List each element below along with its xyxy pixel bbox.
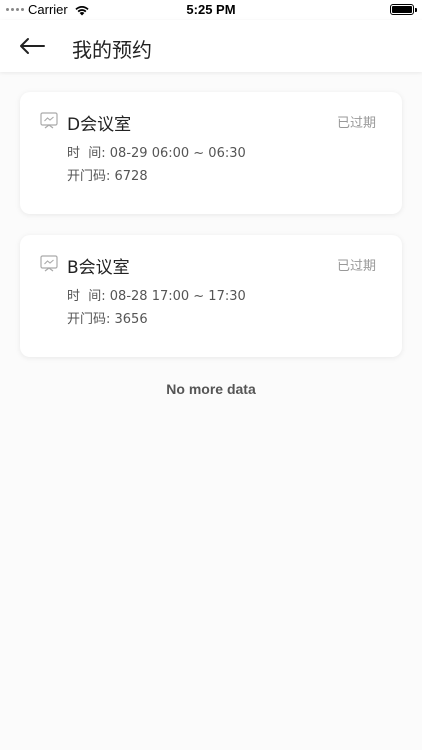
code-value: 6728 [114, 169, 148, 184]
back-button[interactable] [14, 32, 50, 60]
code-value: 3656 [114, 312, 148, 327]
status-bar: Carrier 5:25 PM [0, 0, 422, 20]
code-label: 开门码: [67, 312, 115, 327]
status-badge: 已过期 [336, 116, 376, 131]
door-code: 开门码: 6728 [67, 165, 148, 184]
meeting-room-icon [40, 112, 58, 129]
time-label: 时 间: [67, 289, 110, 304]
page-title: 我的预约 [72, 38, 152, 62]
reservation-card[interactable]: D会议室 已过期 时 间: 08-29 06:00 ~ 06:30 开门码: 6… [20, 92, 402, 214]
door-code: 开门码: 3656 [67, 308, 148, 327]
reservation-time: 时 间: 08-28 17:00 ~ 17:30 [67, 285, 246, 304]
battery-icon [390, 4, 417, 15]
status-time: 5:25 PM [186, 2, 236, 17]
room-name: D会议室 [67, 115, 132, 135]
room-name: B会议室 [67, 258, 130, 278]
time-value: 08-28 17:00 ~ 17:30 [109, 289, 246, 304]
meeting-room-icon [40, 255, 58, 272]
reservation-list: D会议室 已过期 时 间: 08-29 06:00 ~ 06:30 开门码: 6… [20, 92, 402, 378]
no-more-data: No more data [166, 381, 256, 397]
time-value: 08-29 06:00 ~ 06:30 [109, 146, 246, 161]
time-label: 时 间: [67, 146, 110, 161]
reservation-time: 时 间: 08-29 06:00 ~ 06:30 [67, 142, 246, 161]
reservation-card[interactable]: B会议室 已过期 时 间: 08-28 17:00 ~ 17:30 开门码: 3… [20, 235, 402, 357]
code-label: 开门码: [67, 169, 115, 184]
nav-bar: 我的预约 [0, 20, 422, 72]
status-badge: 已过期 [336, 259, 376, 274]
arrow-left-icon [20, 38, 45, 54]
